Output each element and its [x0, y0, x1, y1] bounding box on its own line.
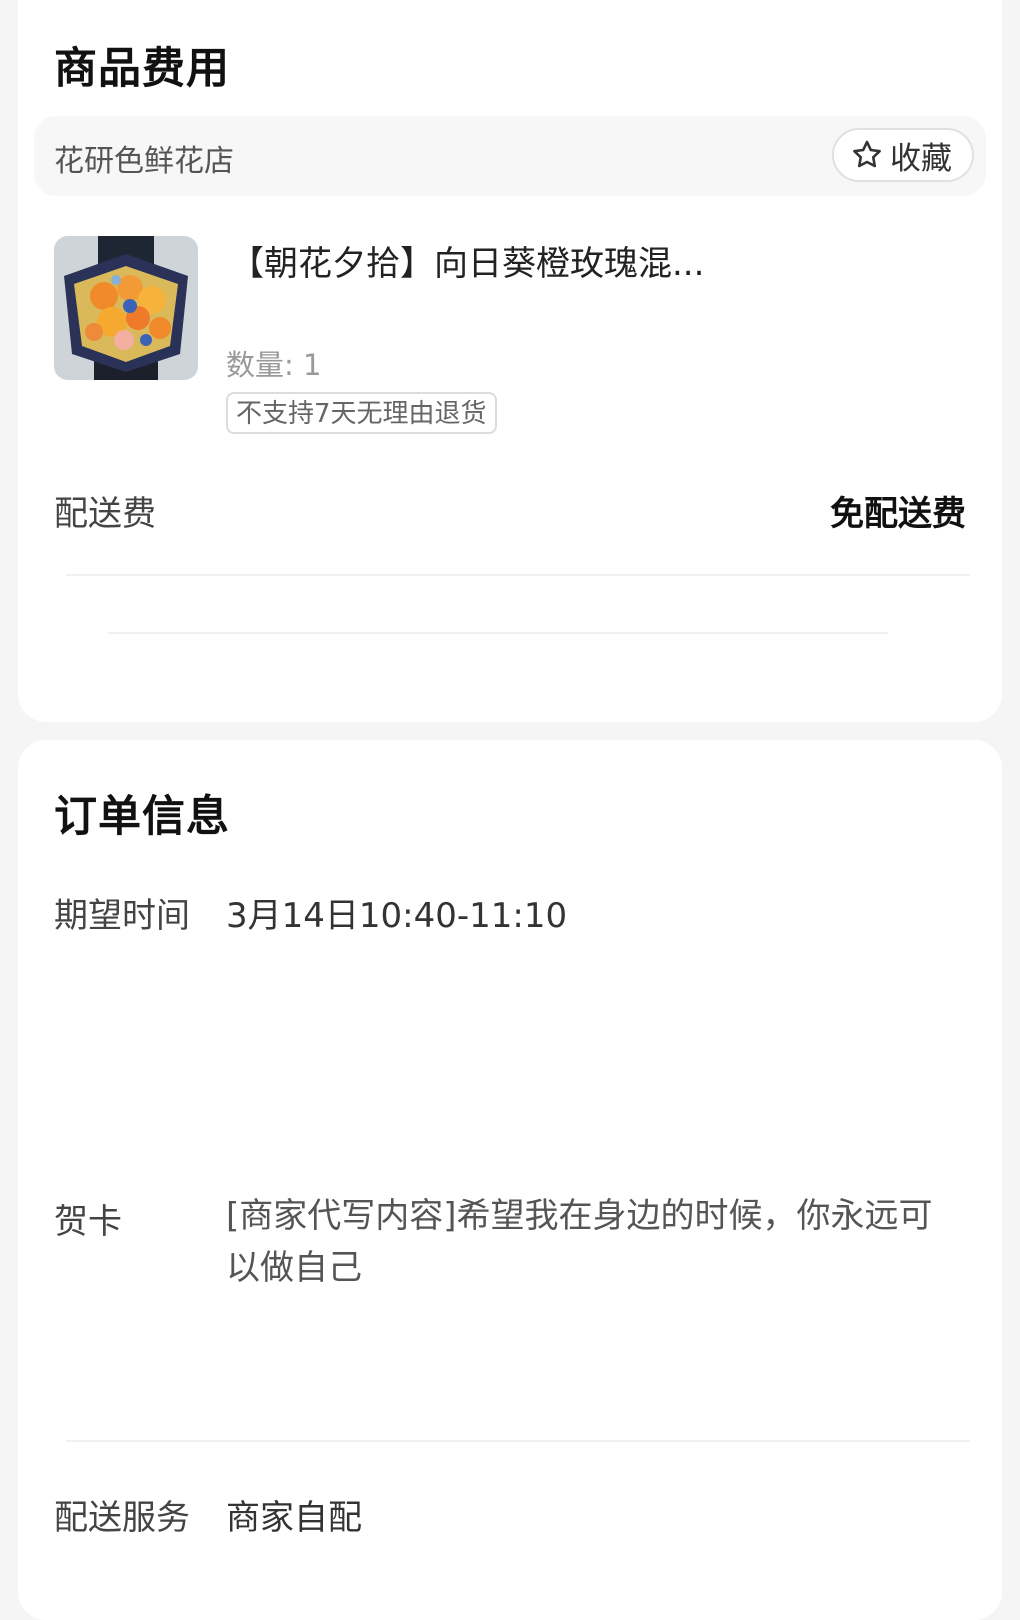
divider: [66, 574, 970, 576]
expected-time-value: 3月14日10:40-11:10: [226, 896, 568, 936]
section-title-goods-fee: 商品费用: [54, 44, 230, 94]
goods-fee-card: 商品费用 花研色鲜花店 收藏 【朝花夕拾】向日葵橙玫瑰混... 数量: 1 不支…: [18, 0, 1002, 722]
divider: [108, 632, 888, 634]
product-quantity: 数量: 1: [226, 348, 322, 382]
favorite-label: 收藏: [890, 140, 952, 177]
flower-bouquet-image: [54, 236, 198, 380]
star-outline-icon: [853, 140, 881, 168]
product-title[interactable]: 【朝花夕拾】向日葵橙玫瑰混...: [230, 236, 704, 285]
delivery-service-label: 配送服务: [54, 1498, 190, 1538]
divider: [66, 1440, 970, 1442]
greeting-card-text: [商家代写内容]希望我在身边的时候，你永远可以做自己: [226, 1196, 933, 1288]
expected-time-label: 期望时间: [54, 896, 190, 936]
favorite-button[interactable]: 收藏: [832, 128, 974, 182]
greeting-card-label: 贺卡: [54, 1202, 122, 1242]
section-title-order-info: 订单信息: [54, 792, 230, 842]
store-name[interactable]: 花研色鲜花店: [54, 136, 234, 180]
delivery-fee-value: 免配送费: [830, 494, 966, 534]
store-bar[interactable]: 花研色鲜花店 收藏: [34, 116, 986, 196]
return-policy-tag: 不支持7天无理由退货: [226, 392, 497, 434]
product-image[interactable]: [54, 236, 198, 380]
delivery-fee-label: 配送费: [54, 494, 156, 534]
delivery-service-value: 商家自配: [226, 1498, 362, 1538]
order-info-card: 订单信息 期望时间 3月14日10:40-11:10 贺卡 [商家代写内容]希望…: [18, 740, 1002, 1620]
